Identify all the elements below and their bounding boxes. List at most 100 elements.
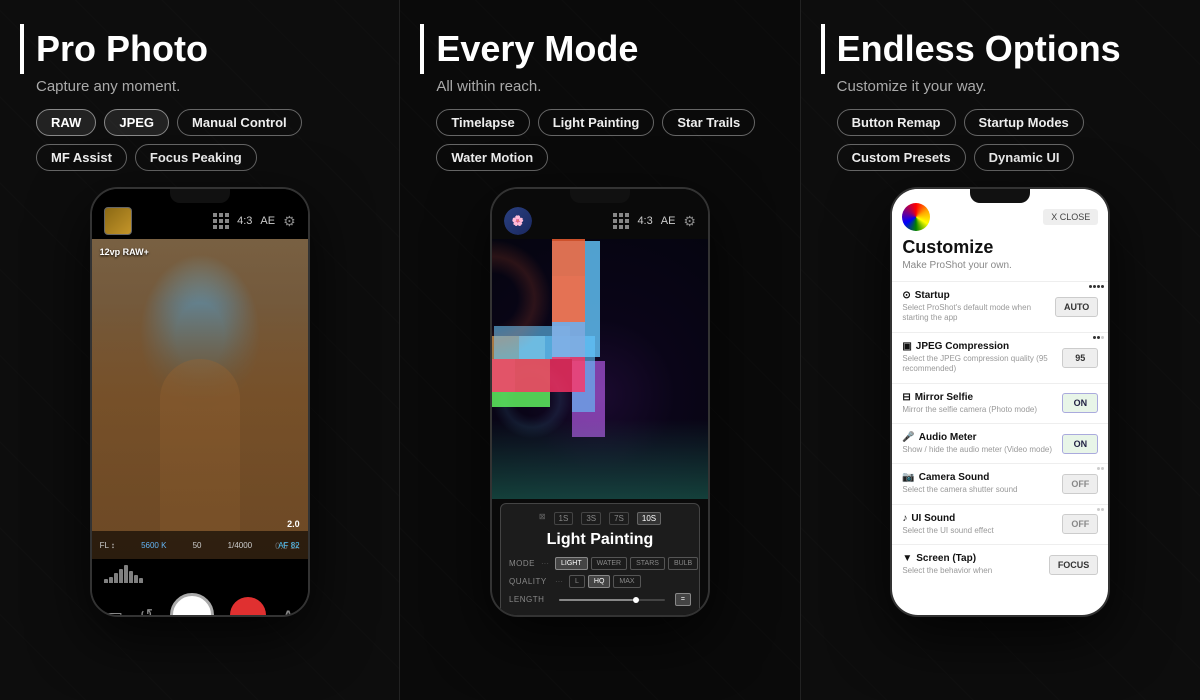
mirror-value[interactable]: ON [1062,393,1098,413]
section-title-every-mode: Every Mode [436,29,638,69]
thumbnail-icon [104,207,132,235]
mirror-info: ⊟ Mirror Selfie Mirror the selfie camera… [902,392,1062,415]
badges-every-mode: Timelapse Light Painting Star Trails Wat… [436,109,779,171]
setting-mirror: ⊟ Mirror Selfie Mirror the selfie camera… [892,383,1108,423]
camera-sound-info: 📷 Camera Sound Select the camera shutter… [902,472,1062,495]
badge-custom-presets[interactable]: Custom Presets [837,144,966,171]
color-temp: 5600 K [141,541,166,550]
grid-icon [213,213,229,229]
setting-startup: ⊙ Startup Select ProShot's default mode … [892,281,1108,332]
phone1-status-icons: 4:3 AE ⚙ [213,213,296,230]
badge-light-painting[interactable]: Light Painting [538,109,655,136]
time-10s[interactable]: 10S [637,512,661,525]
setting-jpeg: ▣ JPEG Compression Select the JPEG compr… [892,332,1108,383]
mirror-desc: Mirror the selfie camera (Photo mode) [902,405,1062,415]
square-icon[interactable]: ▭ [106,605,123,616]
mode-water[interactable]: WATER [591,557,628,570]
mode-light[interactable]: LIGHT [555,557,588,570]
jpeg-desc: Select the JPEG compression quality (95 … [902,354,1062,375]
badge-jpeg[interactable]: JPEG [104,109,169,136]
ae-text: AE [260,215,275,227]
section-accent-right [821,24,825,74]
hist-bar-2 [109,577,113,583]
section-every-mode: Every Mode All within reach. Timelapse L… [400,0,800,700]
proshot-logo [902,203,930,231]
screen-tap-info: ▼ Screen (Tap) Select the behavior when [902,553,1049,576]
time-7s[interactable]: 7S [609,512,629,525]
setting-camera-sound: 📷 Camera Sound Select the camera shutter… [892,463,1108,503]
jpeg-value[interactable]: 95 [1062,348,1098,368]
arch-shape [160,359,240,559]
badge-focus-peaking[interactable]: Focus Peaking [135,144,257,171]
mode-options[interactable]: LIGHT WATER STARS BULB [555,557,698,570]
camera-icon-small: ⊠ [539,512,546,525]
badge-star-trails[interactable]: Star Trails [662,109,755,136]
screen-tap-value[interactable]: FOCUS [1049,555,1099,575]
badge-startup-modes[interactable]: Startup Modes [964,109,1084,136]
camera-icon: 📷 [902,472,914,483]
camera-sound-value[interactable]: OFF [1062,474,1098,494]
badge-dynamic-ui[interactable]: Dynamic UI [974,144,1075,171]
dot-j3 [1101,336,1104,339]
slider-thumb[interactable] [633,597,639,603]
rotate-icon[interactable]: ↺ [140,605,153,615]
phone2-status-icons: 4:3 AE ⚙ [613,213,696,230]
fl-label: FL ↕ [100,541,115,550]
mic-icon: 🎤 [902,432,914,443]
ui-sound-value[interactable]: OFF [1062,514,1098,534]
badge-timelapse[interactable]: Timelapse [436,109,529,136]
length-value: = [675,593,691,606]
record-button[interactable] [230,597,266,615]
hist-bar-1 [104,579,108,583]
dot-c2 [1101,467,1104,470]
quality-hq[interactable]: HQ [588,575,611,588]
mode-a-label[interactable]: A [283,607,293,615]
badge-button-remap[interactable]: Button Remap [837,109,956,136]
hist-bar-6 [129,571,133,583]
audio-name: 🎤 Audio Meter [902,432,1062,443]
phone-notch-2 [570,189,630,203]
section-accent-middle [420,24,424,74]
quality-options[interactable]: L HQ MAX [569,575,641,588]
mirror-icon: ⊟ [902,392,910,403]
camera-viewfinder: 12vp RAW+ 2.0 0.5 1x FL ↕ 5600 K 50 1/40… [92,239,308,559]
quality-l[interactable]: L [569,575,585,588]
badge-water-motion[interactable]: Water Motion [436,144,548,171]
gear-icon-2[interactable]: ⚙ [683,213,696,230]
phone-endless-options: X CLOSE Customize Make ProShot your own.… [821,187,1180,680]
light-trail [492,419,708,499]
section-subtitle-pro-photo: Capture any moment. [36,78,379,95]
ratio-text: 4:3 [237,215,252,227]
time-1s[interactable]: 1S [554,512,574,525]
phone-notch-3 [970,189,1030,203]
badge-mf-assist[interactable]: MF Assist [36,144,127,171]
customize-title: Customize [892,237,1108,260]
gear-icon[interactable]: ⚙ [283,213,296,230]
section-title-pro-photo: Pro Photo [36,29,208,69]
audio-value[interactable]: ON [1062,434,1098,454]
startup-value[interactable]: AUTO [1055,297,1098,317]
phone-mockup-1: 4:3 AE ⚙ 12vp RAW+ 2.0 0.5 1x FL ↕ 5600 … [90,187,310,617]
screen-icon: ▼ [902,553,912,564]
time-3s[interactable]: 3S [581,512,601,525]
length-slider[interactable] [559,599,665,601]
screen-tap-desc: Select the behavior when [902,566,1049,576]
hist-bar-4 [119,569,123,583]
mode-bulb[interactable]: BULB [668,557,698,570]
histogram [100,563,147,583]
quality-max[interactable]: MAX [613,575,640,588]
camera-bottom-info: FL ↕ 5600 K 50 1/4000 AF 82 [92,531,308,559]
badge-manual-control[interactable]: Manual Control [177,109,302,136]
shutter-button[interactable] [170,593,214,615]
mirror-name: ⊟ Mirror Selfie [902,392,1062,403]
section-endless-options: Endless Options Customize it your way. B… [801,0,1200,700]
startup-icon: ⊙ [902,290,910,301]
phone2-avatar: 🌸 [504,207,532,235]
close-button[interactable]: X CLOSE [1043,209,1098,225]
screen-tap-name: ▼ Screen (Tap) [902,553,1049,564]
phone-screen-1: 4:3 AE ⚙ 12vp RAW+ 2.0 0.5 1x FL ↕ 5600 … [92,189,308,615]
quality-row: QUALITY ··· L HQ MAX [509,575,691,588]
badge-raw[interactable]: RAW [36,109,96,136]
hist-bar-5 [124,565,128,583]
mode-stars[interactable]: STARS [630,557,665,570]
